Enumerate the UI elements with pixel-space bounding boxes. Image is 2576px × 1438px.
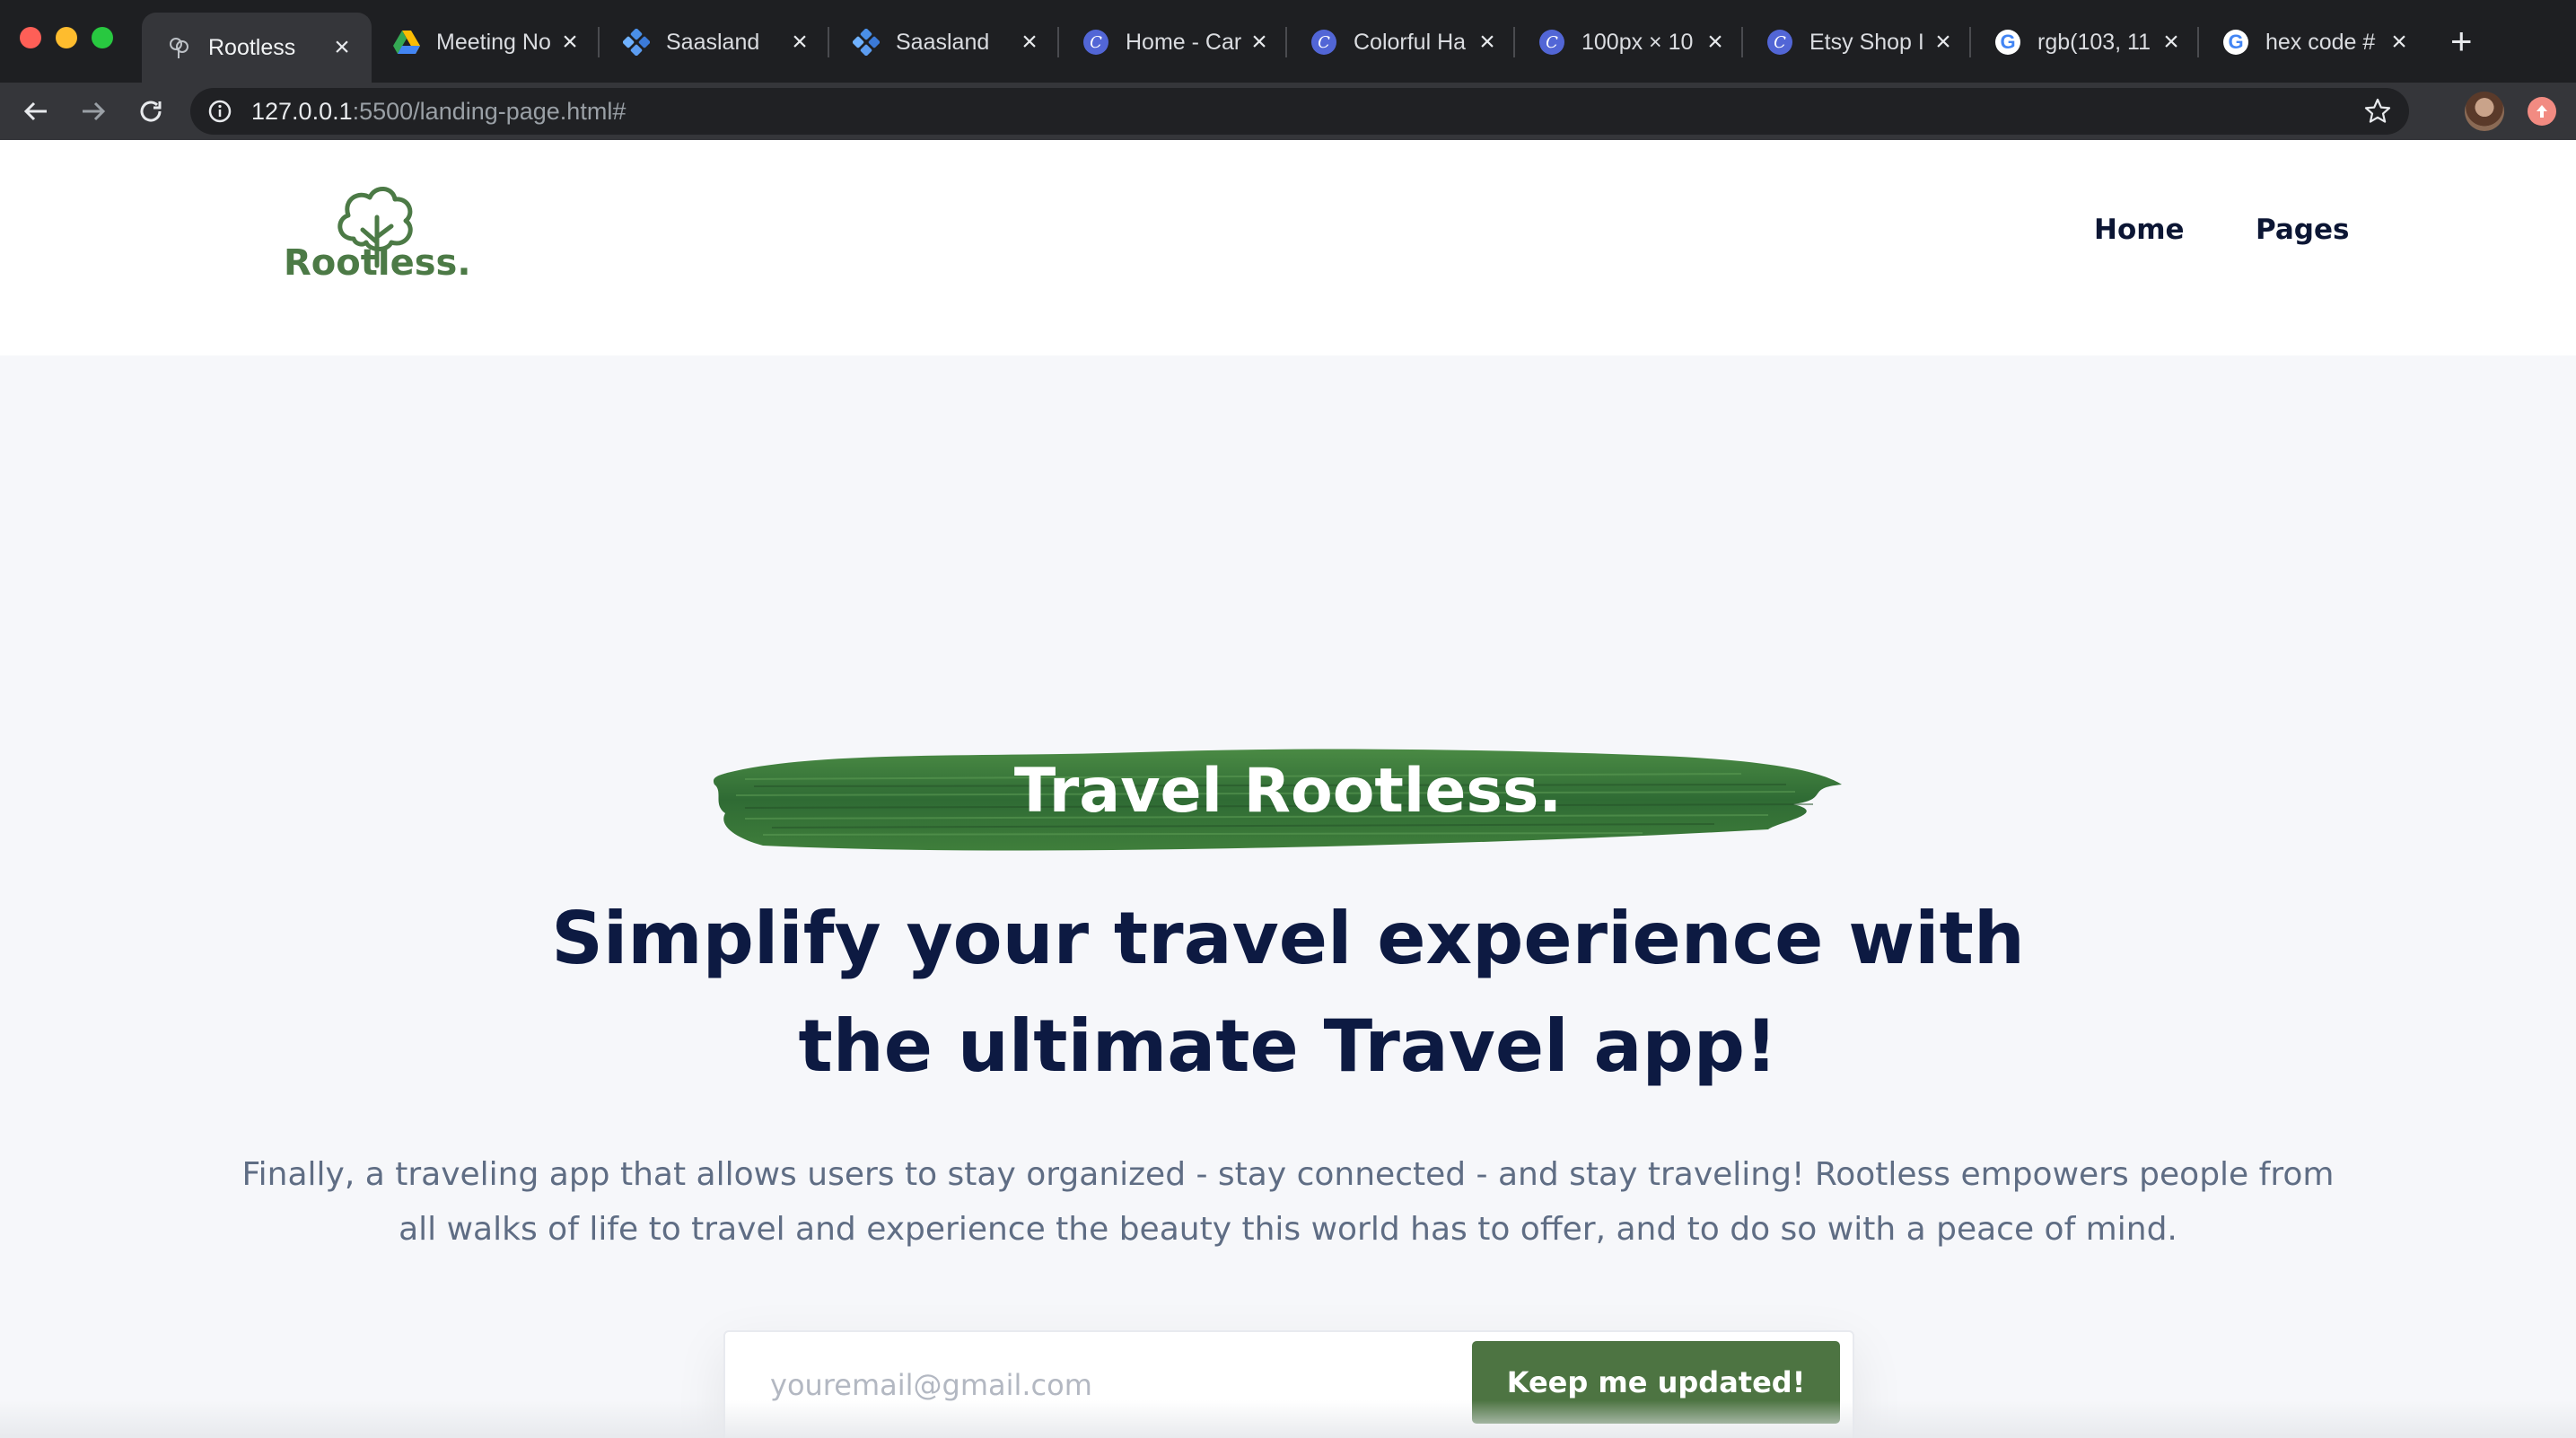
browser-tab-bar: Rootless × Meeting No × Saasland × Saasl… — [0, 0, 2576, 83]
c-icon: C — [1766, 29, 1793, 56]
headline-text: Simplify your — [551, 897, 1114, 980]
google-icon: G — [2222, 29, 2249, 56]
tab-home-canva[interactable]: C Home - Car × — [1059, 13, 1289, 72]
google-drive-icon — [393, 29, 420, 56]
tab-title: Saasland — [666, 29, 760, 55]
address-bar: 127.0.0.1:5500/landing-page.html# — [0, 83, 2576, 140]
tab-title: hex code # — [2265, 29, 2376, 55]
tab-colorful[interactable]: C Colorful Ha × — [1287, 13, 1517, 72]
tab-saasland[interactable]: Saasland × — [600, 13, 829, 72]
close-tab-icon[interactable]: × — [786, 27, 813, 57]
tab-hex-search[interactable]: G hex code # × — [2199, 13, 2429, 72]
headline-text: with — [1823, 897, 2025, 980]
close-window-button[interactable] — [20, 27, 41, 48]
profile-avatar[interactable] — [2465, 92, 2504, 131]
headline-text: the ultimate — [798, 1004, 1324, 1088]
tab-title: 100px × 10 — [1582, 29, 1694, 55]
tab-meeting-notes[interactable]: Meeting No × — [370, 13, 600, 72]
tab-title: Home - Car — [1126, 29, 1242, 55]
tab-title: Colorful Ha — [1354, 29, 1467, 55]
bookmark-star-icon[interactable] — [2364, 98, 2391, 129]
tab-etsy-shop[interactable]: C Etsy Shop I × — [1743, 13, 1973, 72]
saasland-icon — [623, 29, 650, 56]
logo-wordmark[interactable]: Rootless. — [284, 242, 471, 284]
close-tab-icon[interactable]: × — [329, 32, 355, 63]
url-host: 127.0.0.1 — [251, 98, 353, 125]
close-tab-icon[interactable]: × — [556, 27, 583, 57]
url-text: 127.0.0.1:5500/landing-page.html# — [251, 98, 626, 126]
arrow-left-icon — [23, 101, 47, 121]
close-tab-icon[interactable]: × — [2158, 27, 2185, 57]
back-button[interactable] — [16, 92, 56, 131]
close-tab-icon[interactable]: × — [1930, 27, 1957, 57]
arrow-right-icon — [83, 101, 106, 121]
c-icon: C — [1310, 29, 1337, 56]
close-tab-icon[interactable]: × — [1246, 27, 1273, 57]
tab-title: Etsy Shop I — [1809, 29, 1924, 55]
c-icon: C — [1082, 29, 1109, 56]
forward-button[interactable] — [74, 92, 113, 131]
bottom-shadow — [0, 1400, 2576, 1438]
close-tab-icon[interactable]: × — [2386, 27, 2413, 57]
hero-headline: Simplify your travel experience with the… — [0, 885, 2576, 1100]
brush-title: Travel Rootless. — [1013, 756, 1563, 827]
url-path: :5500/landing-page.html# — [352, 98, 626, 125]
close-tab-icon[interactable]: × — [1702, 27, 1729, 57]
saasland-icon — [853, 29, 880, 56]
tab-100px[interactable]: C 100px × 10 × — [1515, 13, 1745, 72]
new-tab-button[interactable]: + — [2450, 20, 2473, 63]
tab-rootless[interactable]: Rootless × — [142, 13, 372, 83]
minimize-window-button[interactable] — [56, 27, 77, 48]
reload-icon — [140, 101, 162, 122]
headline-text: app! — [1568, 1004, 1778, 1088]
tab-title: Rootless — [208, 34, 296, 60]
google-icon: G — [1994, 29, 2021, 56]
headline-bold: Travel — [1323, 1004, 1569, 1088]
nav-pages-link[interactable]: Pages — [2256, 214, 2349, 246]
hero-section: Travel Rootless. Simplify your travel ex… — [0, 355, 2576, 1438]
tab-title: Meeting No — [436, 29, 551, 55]
tab-saasland-2[interactable]: Saasland × — [829, 13, 1059, 72]
hero-description: Finally, a traveling app that allows use… — [241, 1156, 2335, 1248]
tab-title: Saasland — [896, 29, 990, 55]
extension-icon[interactable] — [2528, 97, 2556, 126]
info-icon[interactable] — [208, 100, 232, 127]
site-header: Rootless. Home Pages — [0, 140, 2576, 355]
headline-bold: travel experience — [1113, 897, 1824, 980]
reload-button[interactable] — [131, 92, 171, 131]
tab-rgb-search[interactable]: G rgb(103, 11 × — [1971, 13, 2201, 72]
tree-icon — [165, 34, 192, 61]
c-icon: C — [1538, 29, 1565, 56]
tab-title: rgb(103, 11 — [2037, 29, 2151, 55]
close-tab-icon[interactable]: × — [1016, 27, 1043, 57]
maximize-window-button[interactable] — [92, 27, 113, 48]
url-field[interactable]: 127.0.0.1:5500/landing-page.html# — [190, 88, 2409, 135]
nav-home-link[interactable]: Home — [2094, 214, 2185, 246]
close-tab-icon[interactable]: × — [1474, 27, 1501, 57]
